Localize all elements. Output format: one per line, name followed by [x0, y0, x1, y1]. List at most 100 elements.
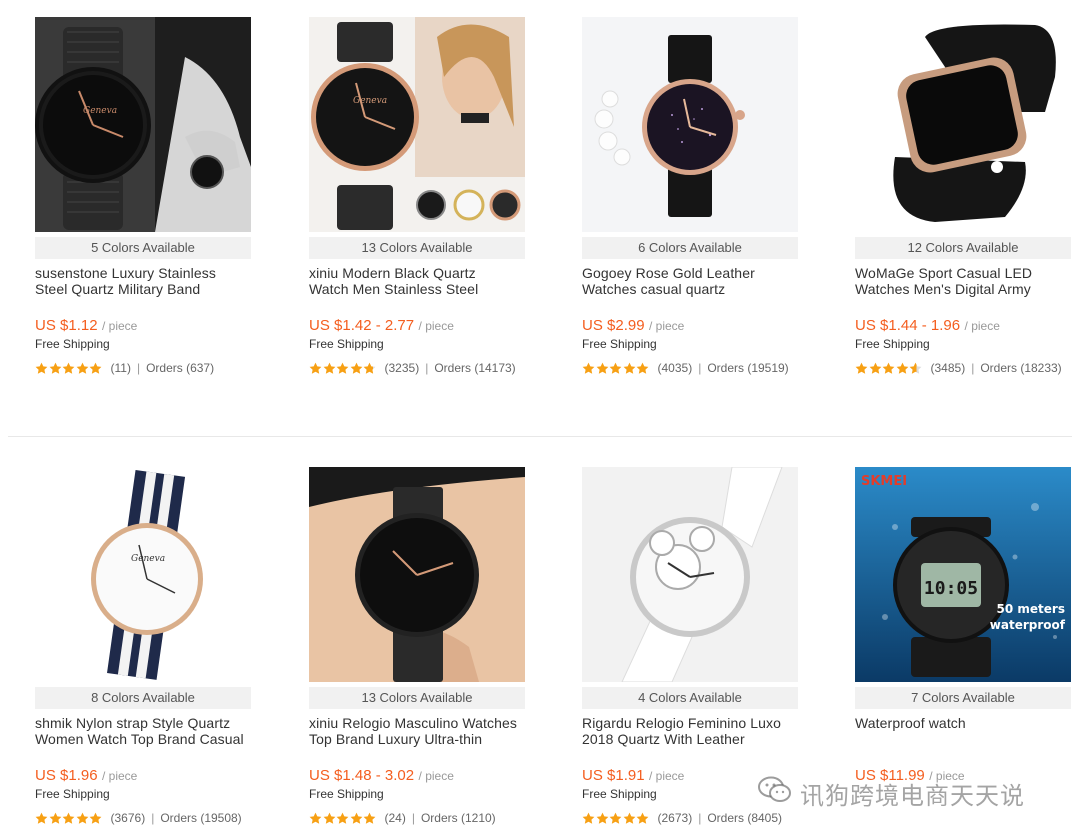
product-card[interactable]: 13 Colors Available xiniu Relogio Mascul… — [309, 467, 525, 840]
product-title-link[interactable]: shmik Nylon strap Style Quartz Women Wat… — [35, 715, 251, 749]
product-title-line: shmik Nylon strap Style Quartz — [35, 715, 231, 731]
product-image[interactable]: Geneva — [309, 17, 525, 232]
order-count: Orders (18233) — [980, 361, 1062, 375]
product-card[interactable]: Geneva 13 Colors Available xiniu Modern … — [309, 17, 525, 397]
star-icon — [62, 362, 75, 374]
star-rating — [582, 812, 650, 825]
image-brand-text: SKMEI — [861, 474, 907, 489]
product-title-line: Women Watch Top Brand Casual — [35, 731, 244, 747]
product-title-link[interactable]: WoMaGe Sport Casual LED Watches Men's Di… — [855, 265, 1071, 299]
product-title-link[interactable]: Rigardu Relogio Feminino Luxo 2018 Quart… — [582, 715, 798, 749]
star-rating — [309, 362, 377, 375]
product-card[interactable]: 12 Colors Available WoMaGe Sport Casual … — [855, 17, 1071, 397]
star-icon — [636, 812, 649, 824]
separator: | — [971, 361, 975, 375]
shipping-info: Free Shipping — [35, 337, 110, 351]
price-line: US $1.96 / piece — [35, 766, 251, 786]
star-icon — [582, 812, 595, 824]
review-count-link[interactable]: (3235) — [385, 359, 420, 377]
star-icon — [582, 362, 595, 374]
product-image[interactable] — [855, 17, 1071, 232]
colors-available-badge: 12 Colors Available — [855, 237, 1071, 259]
row-divider — [8, 436, 1072, 437]
star-icon — [363, 362, 376, 374]
waterproof-sport-watch-icon: SKMEI 10:05 50 meters waterproof — [855, 467, 1071, 682]
product-price: US $1.91 — [582, 767, 645, 784]
star-icon — [89, 812, 102, 824]
product-image[interactable] — [582, 467, 798, 682]
rating-line: (4035) | Orders (19519) — [582, 359, 798, 377]
product-title-line: Steel Quartz Military Band — [35, 281, 201, 297]
price-unit: / piece — [418, 769, 454, 783]
led-digital-watch-icon — [855, 17, 1071, 232]
shipping-info: Free Shipping — [309, 787, 384, 801]
product-title-link[interactable]: Waterproof watch — [855, 715, 1071, 749]
product-title-link[interactable]: xiniu Modern Black Quartz Watch Men Stai… — [309, 265, 525, 299]
separator: | — [411, 811, 415, 825]
price-unit: / piece — [418, 319, 454, 333]
rating-line: (24) | Orders (1210) — [309, 809, 525, 827]
product-title-line: Watches Men's Digital Army — [855, 281, 1031, 297]
star-icon — [623, 362, 635, 374]
colors-available-badge: 13 Colors Available — [309, 237, 525, 259]
review-count-link[interactable]: (2673) — [658, 809, 693, 827]
shipping-info: Free Shipping — [582, 337, 657, 351]
wristwatch-black-rosegold-icon: Geneva — [309, 17, 525, 232]
star-icon — [363, 812, 376, 824]
watermark: 讯狗跨境电商天天说 — [758, 772, 1025, 814]
order-count: Orders (637) — [146, 361, 215, 375]
product-title-line: Top Brand Luxury Ultra-thin — [309, 731, 483, 747]
product-title-link[interactable]: xiniu Relogio Masculino Watches Top Bran… — [309, 715, 525, 749]
colors-available-badge: 6 Colors Available — [582, 237, 798, 259]
order-count: Orders (19519) — [707, 361, 789, 375]
star-icon — [909, 362, 922, 374]
star-rating — [35, 362, 103, 375]
product-card[interactable]: Geneva 8 Colors Available shmik Nylon st… — [35, 467, 251, 840]
product-price: US $1.96 — [35, 767, 98, 784]
product-title-line: xiniu Relogio Masculino Watches — [309, 715, 518, 731]
star-rating — [35, 812, 103, 825]
star-icon — [309, 812, 322, 824]
review-count-link[interactable]: (3676) — [111, 809, 146, 827]
colors-available-badge: 13 Colors Available — [309, 687, 525, 709]
review-count-link[interactable]: (24) — [385, 809, 406, 827]
product-image[interactable]: SKMEI 10:05 50 meters waterproof — [855, 467, 1071, 682]
product-price: US $1.44 - 1.96 — [855, 317, 961, 334]
star-icon — [350, 362, 362, 374]
colors-available-badge: 7 Colors Available — [855, 687, 1071, 709]
product-title-link[interactable]: susenstone Luxury Stainless Steel Quartz… — [35, 265, 251, 299]
review-count-link[interactable]: (11) — [111, 359, 131, 377]
separator: | — [151, 811, 155, 825]
separator: | — [698, 811, 702, 825]
product-image[interactable] — [582, 17, 798, 232]
image-caption-line2: waterproof — [990, 618, 1066, 632]
colors-available-badge: 5 Colors Available — [35, 237, 251, 259]
product-title-line: 2018 Quartz With Leather — [582, 731, 745, 747]
colors-available-badge: 4 Colors Available — [582, 687, 798, 709]
separator: | — [136, 361, 141, 375]
product-image[interactable]: Geneva — [35, 17, 251, 232]
product-image[interactable]: Geneva — [35, 467, 251, 682]
star-rating — [309, 812, 377, 825]
order-count: Orders (1210) — [420, 811, 496, 825]
product-image[interactable] — [309, 467, 525, 682]
star-icon — [596, 362, 608, 374]
product-card[interactable]: 6 Colors Available Gogoey Rose Gold Leat… — [582, 17, 798, 397]
shipping-info: Free Shipping — [309, 337, 384, 351]
star-icon — [350, 812, 362, 824]
product-title-link[interactable]: Gogoey Rose Gold Leather Watches casual … — [582, 265, 798, 299]
star-icon — [636, 362, 649, 374]
star-icon — [309, 362, 322, 374]
review-count-link[interactable]: (4035) — [658, 359, 693, 377]
order-count: Orders (14173) — [434, 361, 516, 375]
star-icon — [596, 812, 608, 824]
product-price: US $1.12 — [35, 317, 98, 334]
product-card[interactable]: Geneva 5 Colors Available susenstone Lux… — [35, 17, 251, 397]
shipping-info: Free Shipping — [855, 337, 930, 351]
rating-line: (3676) | Orders (19508) — [35, 809, 251, 827]
price-unit: / piece — [102, 319, 138, 333]
rating-line: (3485) | Orders (18233) — [855, 359, 1071, 377]
product-row: Geneva 5 Colors Available susenstone Lux… — [0, 0, 1080, 420]
review-count-link[interactable]: (3485) — [931, 359, 966, 377]
star-icon — [609, 812, 622, 824]
